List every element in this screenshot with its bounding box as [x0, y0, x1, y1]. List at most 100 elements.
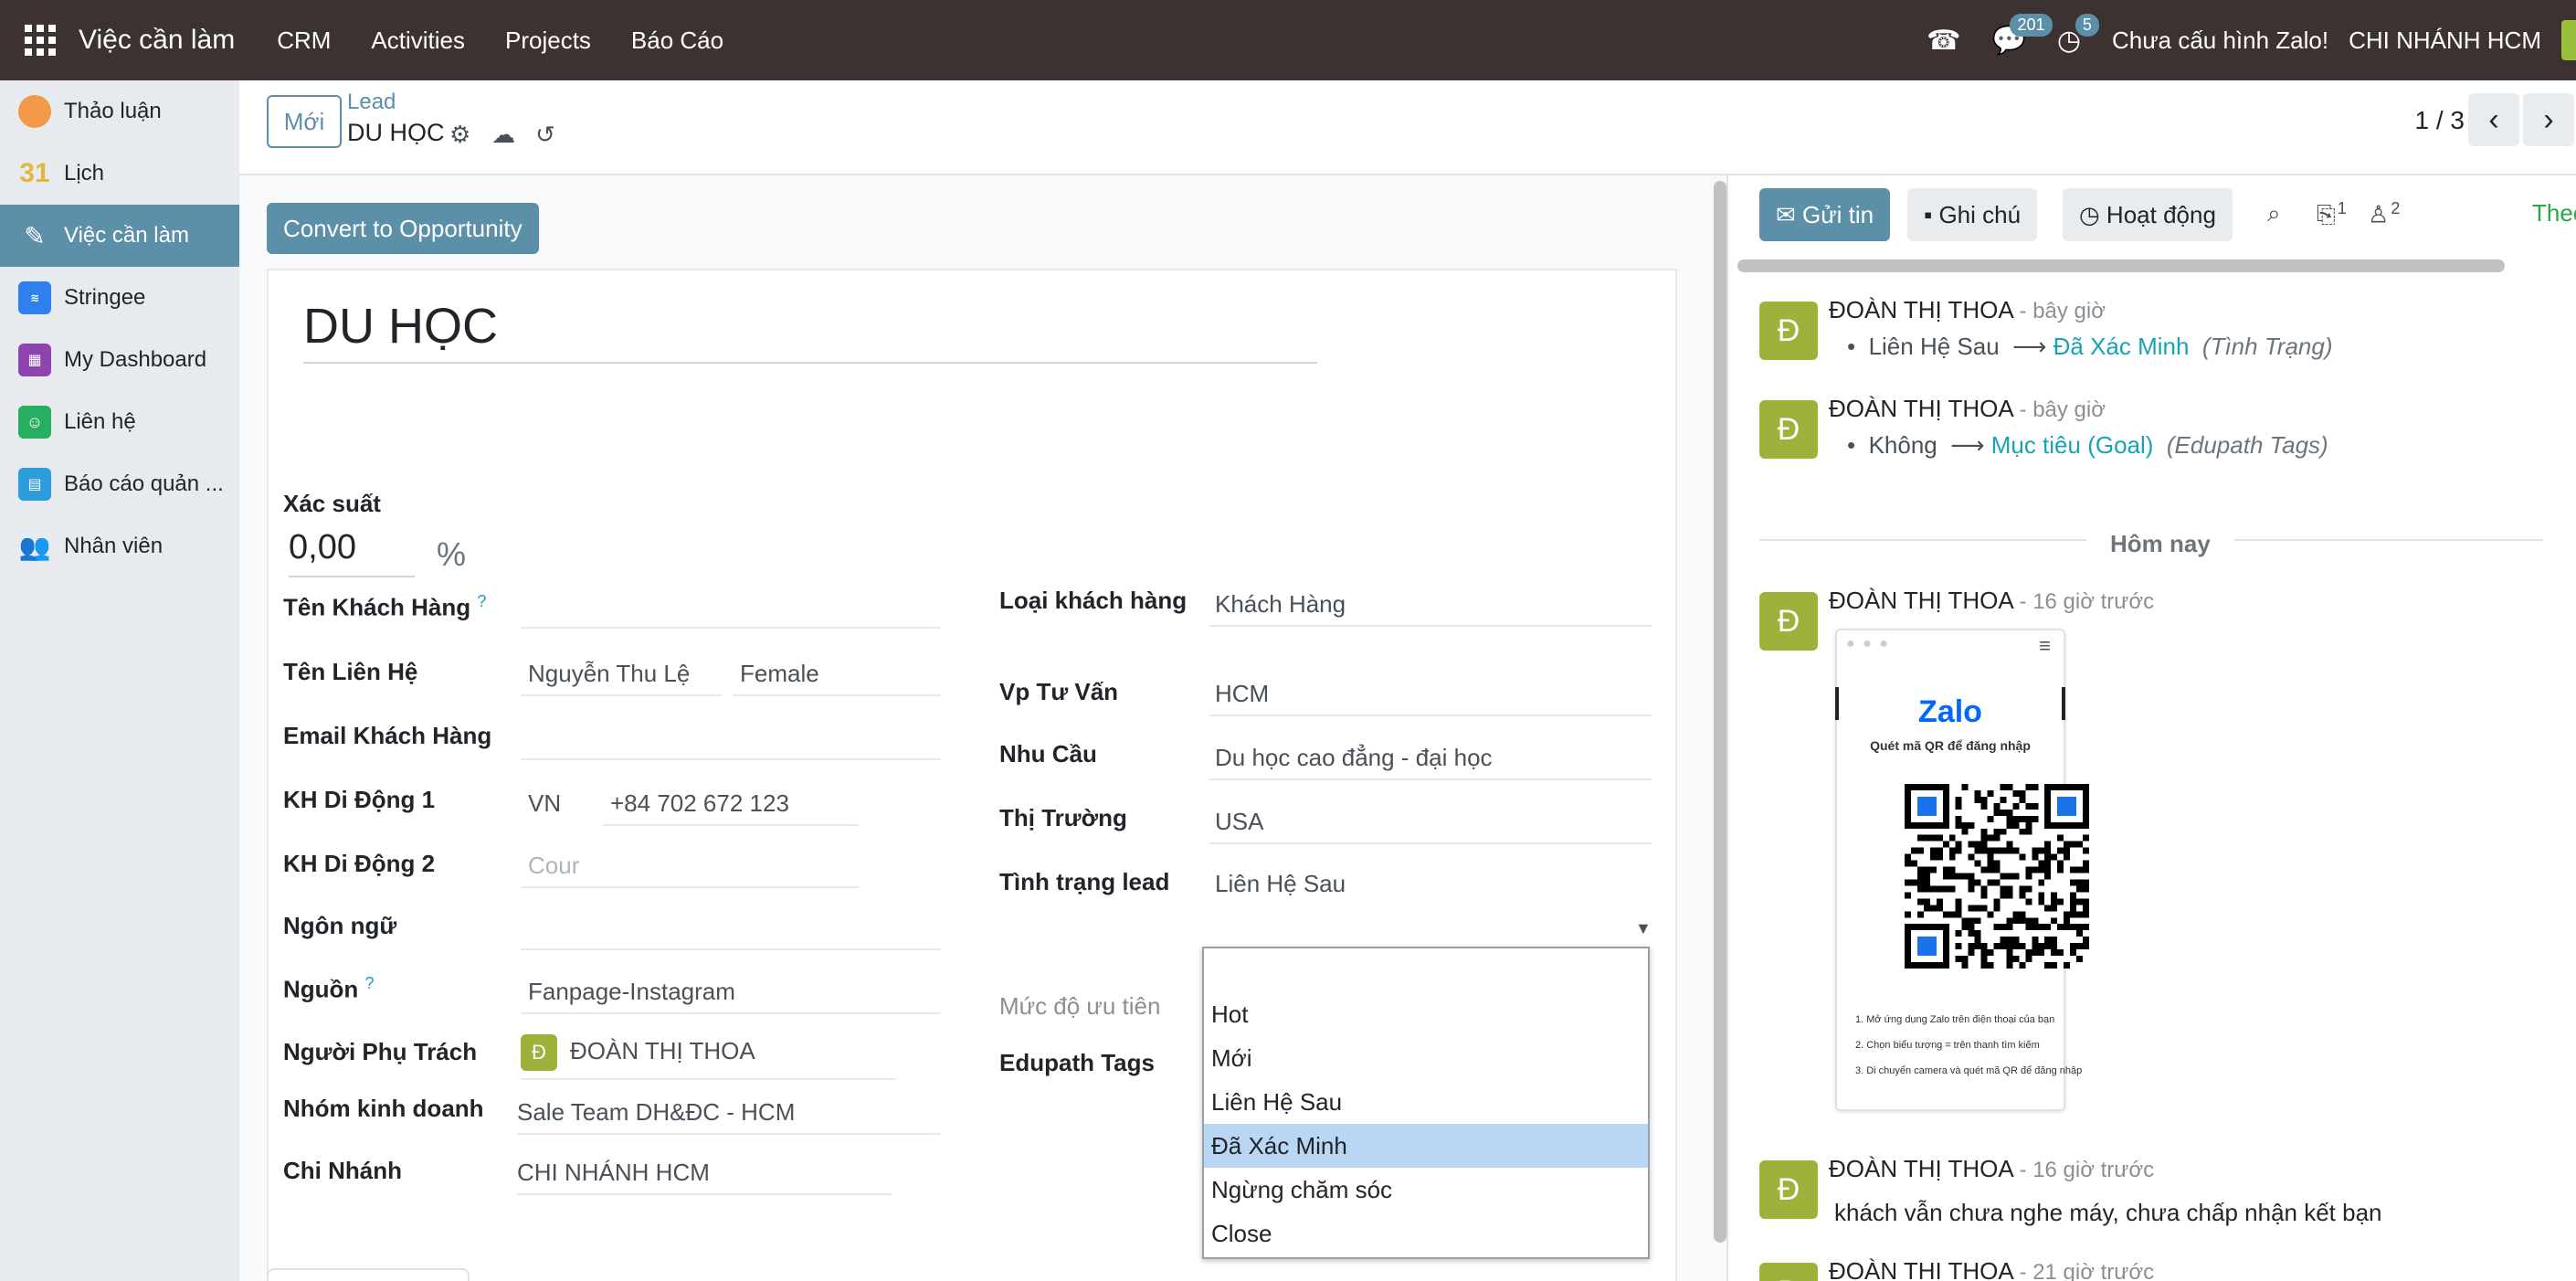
- sales-team-select[interactable]: Sale Team DH&ĐC - HCM: [517, 1098, 941, 1135]
- avatar[interactable]: Đ: [1759, 400, 1818, 459]
- mobile-2-input[interactable]: Cour: [521, 852, 859, 888]
- language-select[interactable]: [521, 914, 941, 950]
- status-option-hot[interactable]: Hot: [1204, 992, 1648, 1036]
- follow-button[interactable]: Theo: [2532, 199, 2576, 228]
- pager-previous-button[interactable]: ‹: [2468, 93, 2519, 146]
- apps-menu-icon[interactable]: [22, 22, 58, 58]
- probability-unit: %: [437, 535, 467, 573]
- customer-name-input[interactable]: [521, 592, 941, 629]
- followers-icon[interactable]: ♙ 2: [2368, 199, 2400, 229]
- user-avatar[interactable]: [2561, 20, 2576, 60]
- phone-icon[interactable]: ☎: [1927, 25, 1960, 57]
- gender-select[interactable]: Female: [733, 660, 941, 696]
- message-time: - bây giờ: [2019, 299, 2106, 323]
- sidebar-item-dashboard[interactable]: ▦ My Dashboard: [0, 329, 239, 391]
- message-header: ĐOÀN THỊ THOA - 21 giờ trước: [1829, 1257, 2154, 1281]
- sidebar-item-reports[interactable]: ▤ Báo cáo quản ...: [0, 453, 239, 515]
- tracking-value: • Liên Hệ Sau ⟶ Đã Xác Minh (Tình Trạng): [1847, 333, 2333, 360]
- activities-badge: 5: [2075, 13, 2099, 37]
- sidebar-item-todo[interactable]: ✎ Việc cần làm: [0, 205, 239, 267]
- status-option-stopped[interactable]: Ngừng chăm sóc: [1204, 1168, 1648, 1212]
- tracking-value: • Không ⟶ Mục tiêu (Goal) (Edupath Tags): [1847, 431, 2328, 459]
- demand-select[interactable]: Du học cao đẳng - đại học: [1209, 744, 1652, 780]
- status-option-close[interactable]: Close: [1204, 1212, 1648, 1255]
- menu-activities[interactable]: Activities: [371, 26, 465, 55]
- stringee-icon: ≋: [18, 281, 51, 314]
- sidebar-item-stringee[interactable]: ≋ Stringee: [0, 267, 239, 329]
- probability-input[interactable]: 0,00: [289, 528, 415, 577]
- avatar[interactable]: Đ: [1759, 592, 1818, 651]
- avatar[interactable]: Đ: [1759, 1263, 1818, 1281]
- sidebar-item-discuss[interactable]: Thảo luận: [0, 80, 239, 143]
- log-note-button[interactable]: ▪ Ghi chú: [1907, 188, 2038, 241]
- customer-type-select[interactable]: Khách Hàng: [1209, 590, 1652, 627]
- avatar[interactable]: Đ: [1759, 1160, 1818, 1219]
- mobile-1-label: KH Di Động 1: [283, 786, 436, 813]
- zalo-qr-attachment[interactable]: ● ● ● ≡ Zalo Quét mã QR để đăng nhập 1. …: [1835, 629, 2089, 1111]
- message-author[interactable]: ĐOÀN THỊ THOA: [1829, 587, 2012, 614]
- zalo-logo: Zalo: [1918, 694, 1982, 729]
- convert-to-opportunity-button[interactable]: Convert to Opportunity: [267, 203, 539, 254]
- menu-projects[interactable]: Projects: [505, 26, 591, 55]
- message-time: - 21 giờ trước: [2019, 1260, 2155, 1281]
- envelope-icon: ✉: [1776, 200, 1803, 228]
- priority-label: Mức độ ưu tiên: [999, 992, 1161, 1020]
- activity-clock-icon[interactable]: ◷ 5: [2057, 13, 2099, 57]
- messages-icon[interactable]: 💬 201: [1991, 13, 2053, 57]
- company-switcher[interactable]: CHI NHÁNH HCM: [2349, 26, 2541, 55]
- send-message-button[interactable]: ✉ Gửi tin: [1759, 188, 1891, 241]
- chatter-scrollbar[interactable]: [1737, 259, 2505, 272]
- breadcrumb-parent[interactable]: Lead: [347, 90, 396, 115]
- help-icon[interactable]: ?: [477, 592, 486, 610]
- branch-label: Chi Nhánh: [283, 1157, 402, 1184]
- status-option-empty[interactable]: [1204, 948, 1648, 992]
- mobile-1-input[interactable]: +84 702 672 123: [603, 789, 859, 826]
- form-scrollbar[interactable]: [1714, 181, 1726, 1243]
- zalo-status[interactable]: Chưa cấu hình Zalo!: [2112, 26, 2328, 55]
- sidebar-item-label: My Dashboard: [64, 347, 207, 372]
- status-option-contact-later[interactable]: Liên Hệ Sau: [1204, 1080, 1648, 1124]
- source-select[interactable]: Fanpage-Instagram: [521, 978, 941, 1014]
- avatar[interactable]: Đ: [1759, 302, 1818, 360]
- market-select[interactable]: USA: [1209, 808, 1652, 844]
- menu-reports[interactable]: Báo Cáo: [631, 26, 723, 55]
- discard-icon[interactable]: ↺: [535, 121, 555, 149]
- app-title[interactable]: Việc cần làm: [79, 25, 235, 56]
- sidebar-item-label: Lịch: [64, 161, 105, 185]
- dashboard-icon: ▦: [18, 344, 51, 376]
- sidebar-item-calendar[interactable]: 31 Lịch: [0, 143, 239, 205]
- chevron-down-icon[interactable]: ▼: [1635, 919, 1652, 938]
- sidebar-item-employees[interactable]: 👥 Nhân viên: [0, 515, 239, 577]
- salesperson-select[interactable]: Đ ĐOÀN THỊ THOA: [521, 1034, 895, 1080]
- status-option-verified[interactable]: Đã Xác Minh: [1204, 1124, 1648, 1168]
- email-input[interactable]: [521, 724, 941, 760]
- activities-button[interactable]: ◷ Hoạt động: [2063, 188, 2233, 241]
- search-icon[interactable]: ⌕: [2267, 199, 2281, 228]
- message-author[interactable]: ĐOÀN THỊ THOA: [1829, 1155, 2012, 1182]
- country-code-select[interactable]: VN: [521, 789, 594, 826]
- menu-crm[interactable]: CRM: [277, 26, 331, 55]
- branch-select[interactable]: CHI NHÁNH HCM: [517, 1159, 892, 1195]
- message-author[interactable]: ĐOÀN THỊ THOA: [1829, 1257, 2012, 1281]
- pager-value[interactable]: 1 / 3: [2415, 106, 2465, 135]
- old-value: Không: [1868, 431, 1937, 459]
- cloud-save-icon[interactable]: ☁: [491, 121, 515, 149]
- lead-status-select[interactable]: Liên Hệ Sau: [1209, 870, 1652, 906]
- lead-title[interactable]: DU HỌC: [303, 298, 1317, 364]
- message-author[interactable]: ĐOÀN THỊ THOA: [1829, 395, 2012, 422]
- help-icon[interactable]: ?: [365, 974, 375, 992]
- sidebar-item-label: Thảo luận: [64, 99, 162, 123]
- discuss-icon: [18, 95, 51, 128]
- notebook-tab[interactable]: [267, 1268, 470, 1281]
- sidebar-item-contacts[interactable]: ☺ Liên hệ: [0, 391, 239, 453]
- contacts-icon: ☺: [18, 406, 51, 439]
- gear-icon[interactable]: ⚙: [449, 121, 470, 149]
- office-select[interactable]: HCM: [1209, 680, 1652, 716]
- message-author[interactable]: ĐOÀN THỊ THOA: [1829, 296, 2012, 323]
- attachment-icon[interactable]: ⎘ 1: [2317, 199, 2347, 230]
- new-button[interactable]: Mới: [267, 95, 342, 148]
- pager-next-button[interactable]: ›: [2523, 93, 2574, 146]
- contact-name-input[interactable]: Nguyễn Thu Lệ: [521, 660, 722, 696]
- status-option-new[interactable]: Mới: [1204, 1036, 1648, 1080]
- menu-icon: ≡: [2039, 634, 2051, 657]
